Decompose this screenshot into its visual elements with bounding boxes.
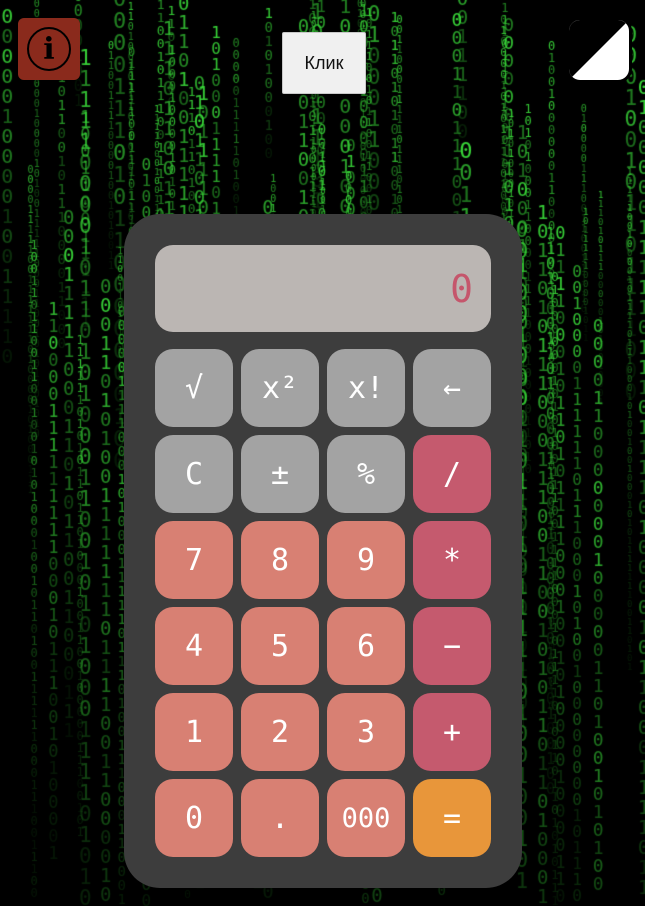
info-icon: i xyxy=(27,27,71,71)
subtract-button[interactable]: − xyxy=(413,607,491,685)
digit-9-button[interactable]: 9 xyxy=(327,521,405,599)
equals-button[interactable]: = xyxy=(413,779,491,857)
percent-button[interactable]: % xyxy=(327,435,405,513)
info-button[interactable]: i xyxy=(18,18,80,80)
calculator: 0 √ x² x! ← C ±%/ 7 8 9 * 4 5 6− 1 2 3 +0. 000 = xyxy=(124,214,522,888)
digit-0-button[interactable]: 0 xyxy=(155,779,233,857)
square-button[interactable]: x² xyxy=(241,349,319,427)
triple-zero-button[interactable]: 000 xyxy=(327,779,405,857)
digit-7-button[interactable]: 7 xyxy=(155,521,233,599)
digit-6-button[interactable]: 6 xyxy=(327,607,405,685)
factorial-button[interactable]: x! xyxy=(327,349,405,427)
add-button[interactable]: + xyxy=(413,693,491,771)
digit-8-button[interactable]: 8 xyxy=(241,521,319,599)
digit-1-button[interactable]: 1 xyxy=(155,693,233,771)
digit-3-button[interactable]: 3 xyxy=(327,693,405,771)
multiply-button[interactable]: * xyxy=(413,521,491,599)
negate-button[interactable]: ± xyxy=(241,435,319,513)
digit-2-button[interactable]: 2 xyxy=(241,693,319,771)
sqrt-button[interactable]: √ xyxy=(155,349,233,427)
klik-button[interactable]: Клик xyxy=(282,32,366,94)
digit-4-button[interactable]: 4 xyxy=(155,607,233,685)
backspace-button[interactable]: ← xyxy=(413,349,491,427)
divide-button[interactable]: / xyxy=(413,435,491,513)
digit-5-button[interactable]: 5 xyxy=(241,607,319,685)
decimal-button[interactable]: . xyxy=(241,779,319,857)
calculator-display: 0 xyxy=(155,245,491,332)
display-value: 0 xyxy=(450,266,473,311)
clear-button[interactable]: C xyxy=(155,435,233,513)
theme-toggle-button[interactable] xyxy=(566,17,632,83)
theme-toggle-icon xyxy=(569,20,629,80)
